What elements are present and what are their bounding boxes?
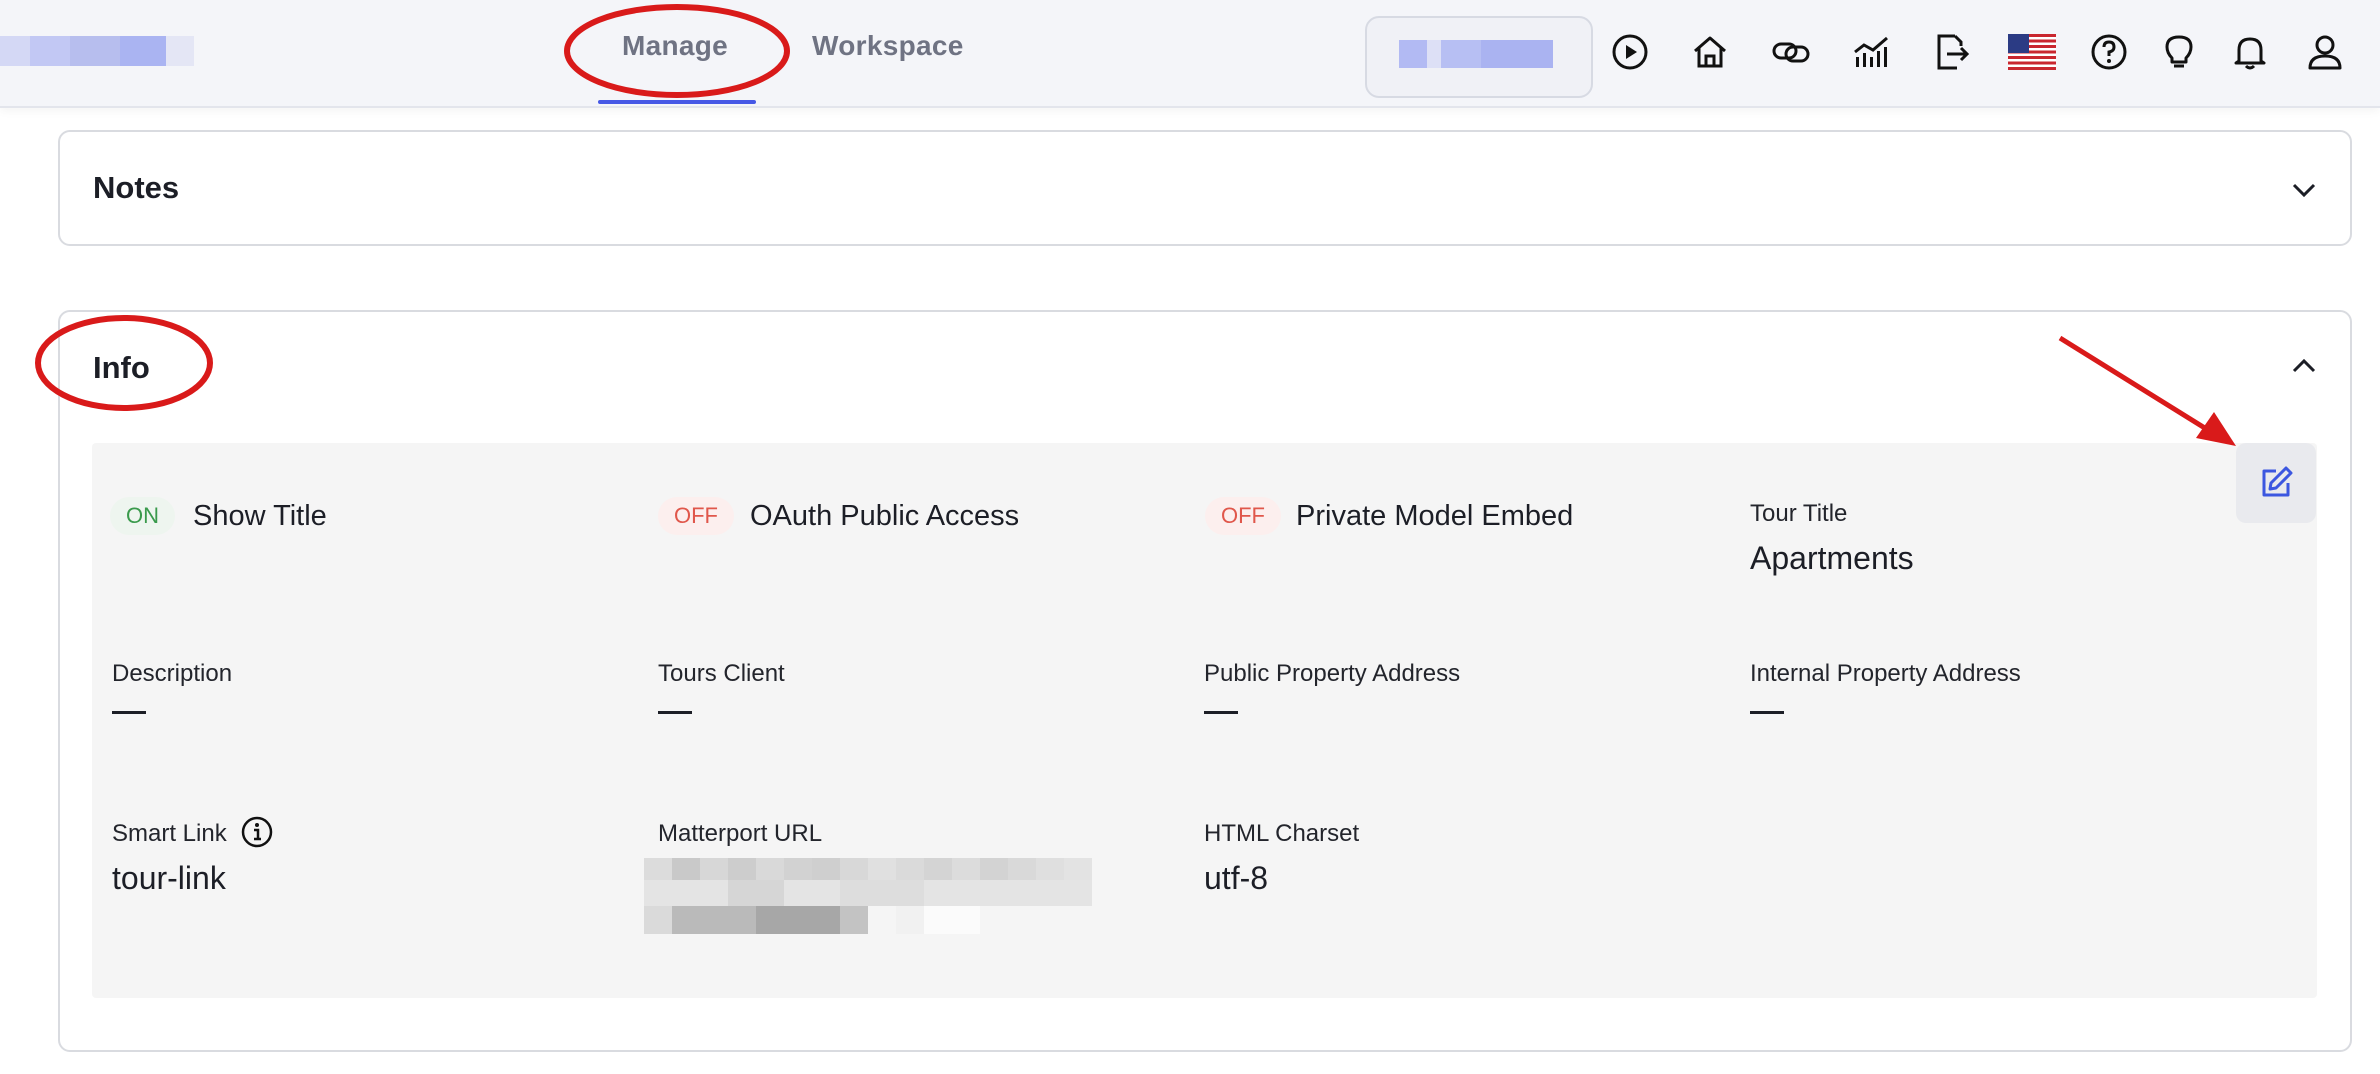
internal-property-address-empty-value: [1750, 711, 1784, 714]
private-model-embed-status-badge: OFF: [1205, 497, 1281, 535]
help-icon[interactable]: [2087, 30, 2131, 74]
description-label: Description: [112, 660, 233, 687]
chevron-up-icon[interactable]: [2288, 350, 2320, 382]
smart-link-value: tour-link: [112, 860, 226, 896]
oauth-public-access-label: OAuth Public Access: [750, 500, 1020, 532]
bell-icon[interactable]: [2228, 30, 2272, 74]
info-icon[interactable]: [240, 815, 274, 849]
matterport-url-label: Matterport URL: [658, 820, 823, 847]
active-tab-indicator: [598, 100, 756, 104]
oauth-public-access-status-badge: OFF: [658, 497, 734, 535]
info-panel: [92, 443, 2317, 998]
tours-client-label: Tours Client: [658, 660, 785, 687]
notes-title: Notes: [93, 170, 180, 205]
search-input[interactable]: [1365, 16, 1593, 98]
html-charset-value: utf-8: [1204, 860, 1269, 896]
edit-info-button[interactable]: [2236, 443, 2316, 523]
home-icon[interactable]: [1688, 30, 1732, 74]
public-property-address-label: Public Property Address: [1204, 660, 1461, 687]
tab-workspace[interactable]: Workspace: [812, 30, 964, 62]
smart-link-label: Smart Link: [112, 820, 227, 847]
tour-title-value: Apartments: [1750, 540, 1914, 576]
tab-manage[interactable]: Manage: [622, 30, 728, 62]
notes-section: Notes: [58, 130, 2352, 246]
description-empty-value: [112, 711, 146, 714]
top-navigation-bar: Manage Workspace: [0, 0, 2380, 108]
show-title-status-badge: ON: [110, 497, 175, 535]
matterport-url-value[interactable]: [644, 858, 1092, 936]
internal-property-address-label: Internal Property Address: [1750, 660, 2021, 687]
share-icon[interactable]: [1929, 30, 1973, 74]
public-property-address-empty-value: [1204, 711, 1238, 714]
us-flag-icon[interactable]: [2007, 30, 2057, 74]
link-icon[interactable]: [1769, 30, 1813, 74]
show-title-label: Show Title: [193, 500, 327, 532]
private-model-embed-label: Private Model Embed: [1296, 500, 1574, 532]
pencil-edit-icon: [2262, 466, 2293, 497]
play-icon[interactable]: [1608, 30, 1652, 74]
info-title: Info: [93, 350, 150, 385]
tour-title-label: Tour Title: [1750, 500, 1848, 527]
analytics-icon[interactable]: [1849, 30, 1893, 74]
chevron-down-icon[interactable]: [2288, 174, 2320, 206]
tours-client-empty-value: [658, 711, 692, 714]
user-icon[interactable]: [2303, 30, 2347, 74]
lightbulb-icon[interactable]: [2157, 30, 2201, 74]
html-charset-label: HTML Charset: [1204, 820, 1360, 847]
